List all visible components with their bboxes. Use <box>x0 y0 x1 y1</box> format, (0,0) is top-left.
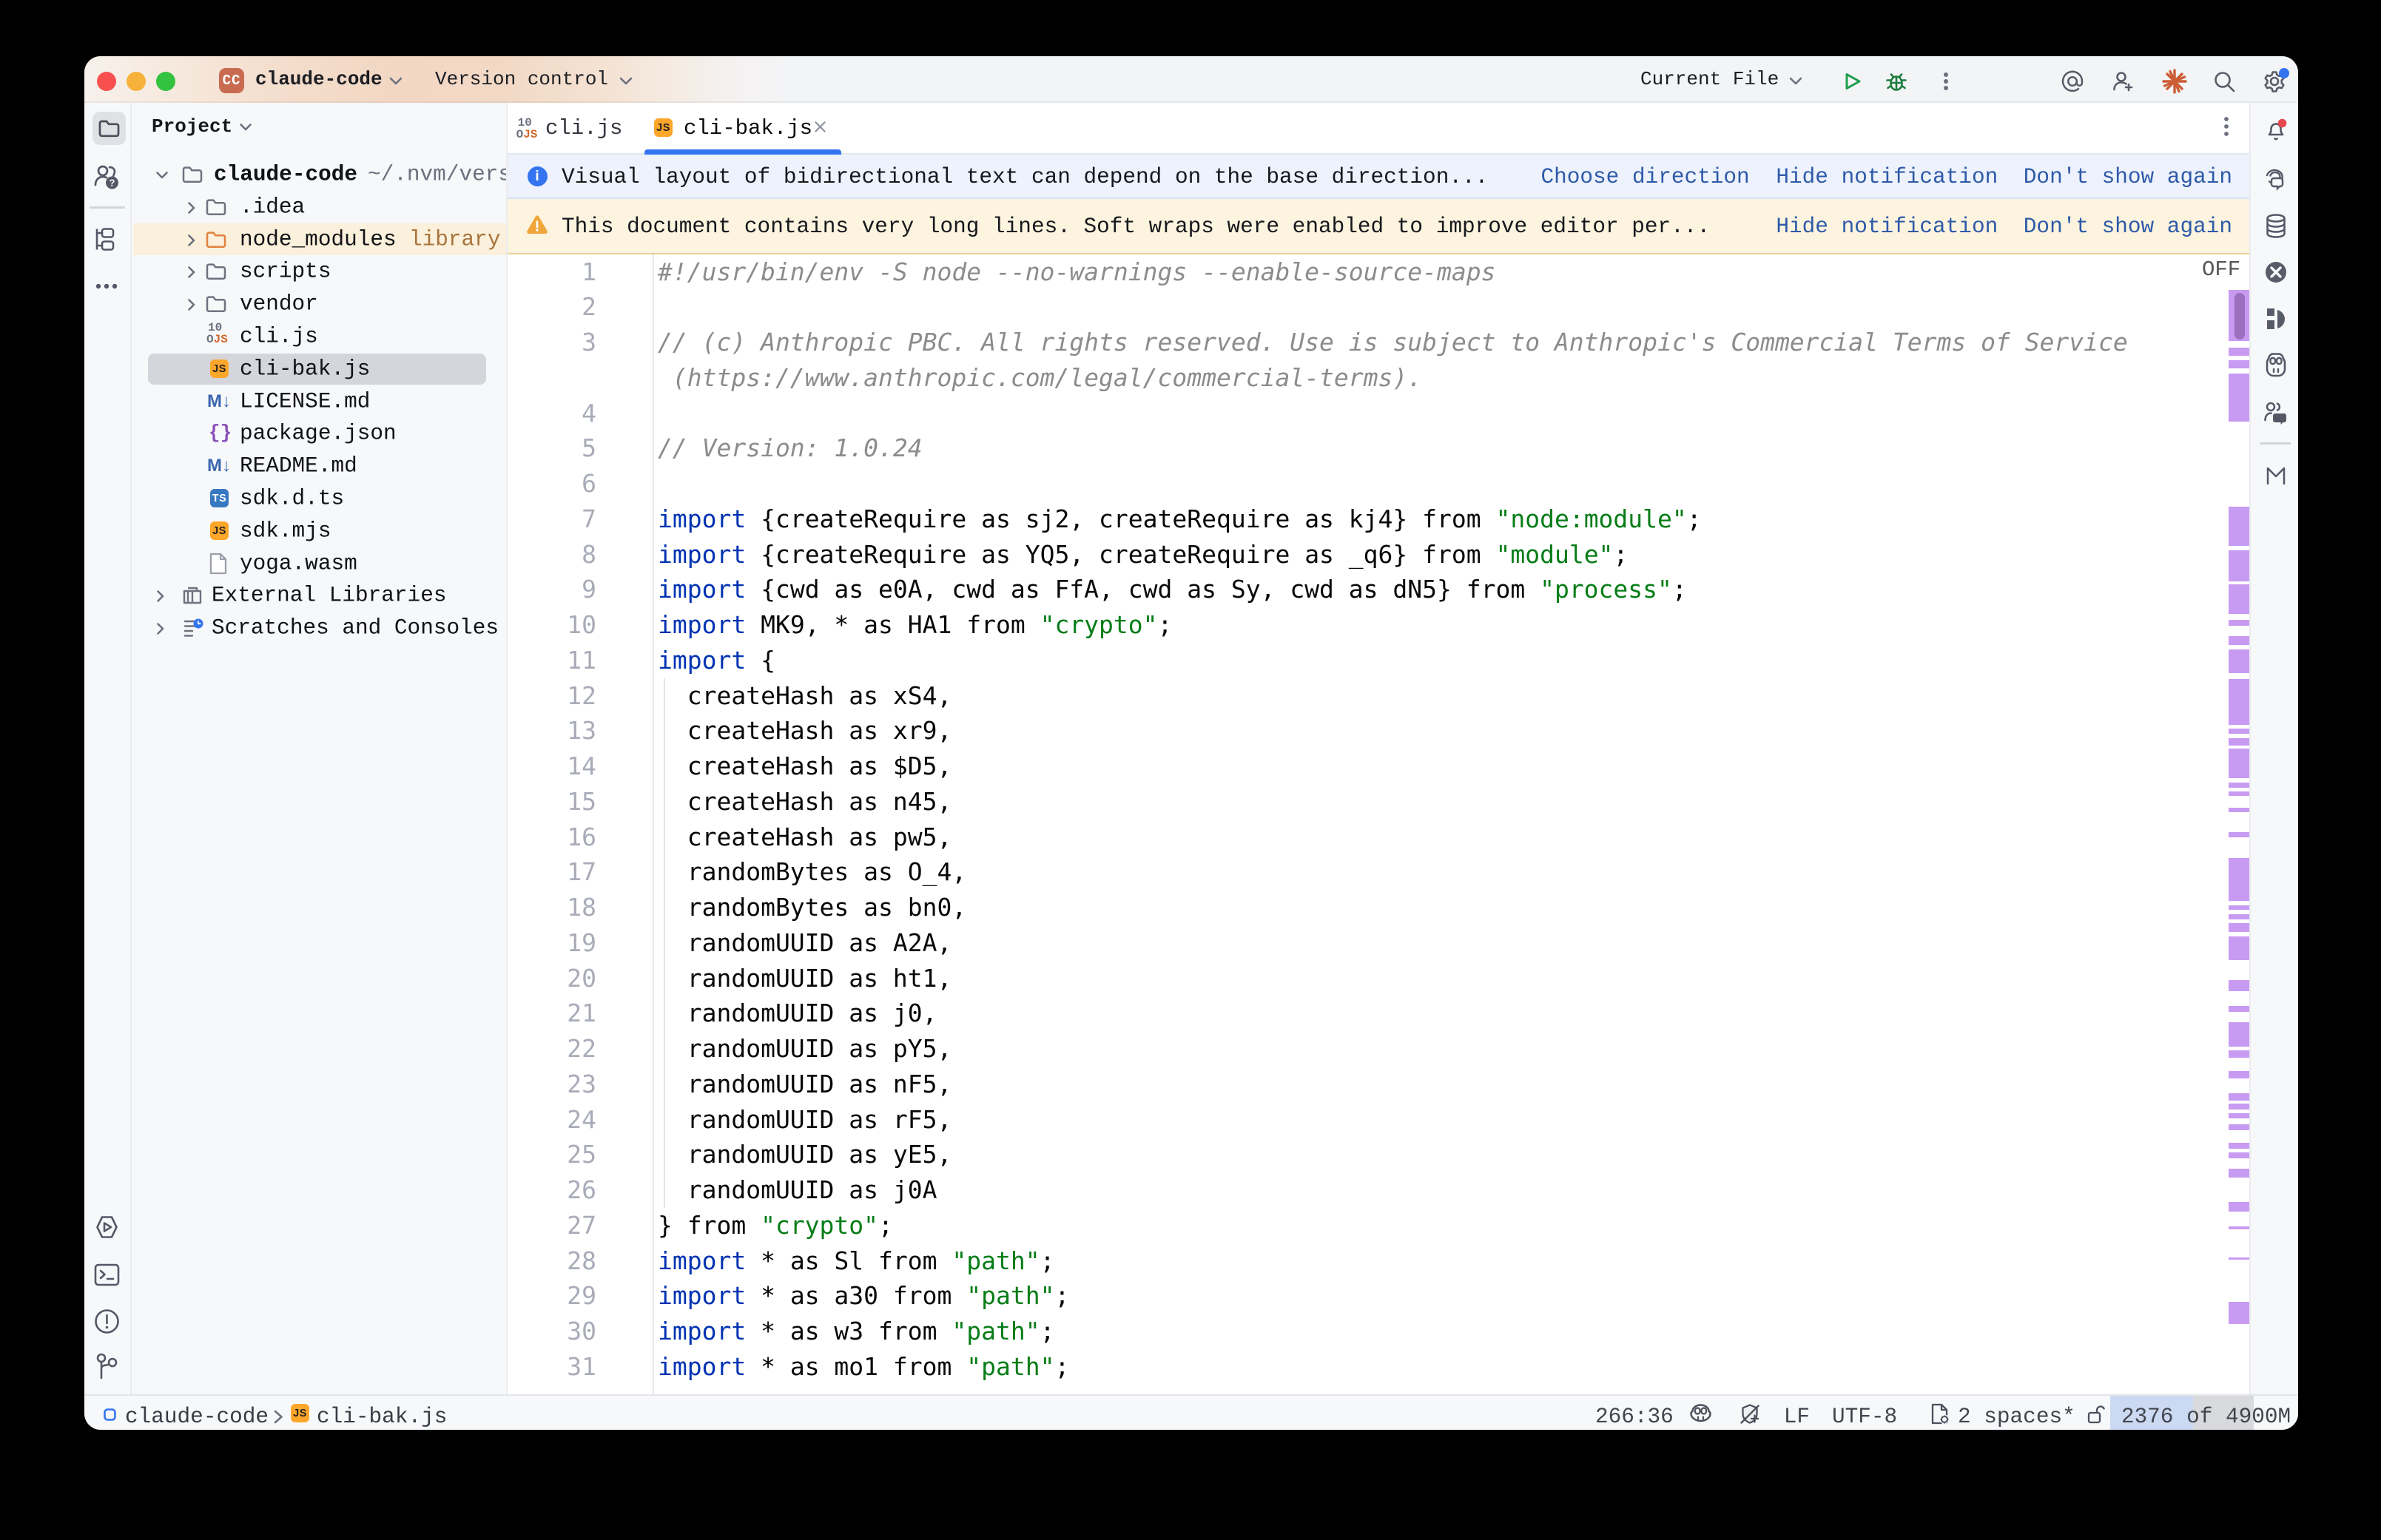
svg-text:?: ? <box>110 178 115 189</box>
